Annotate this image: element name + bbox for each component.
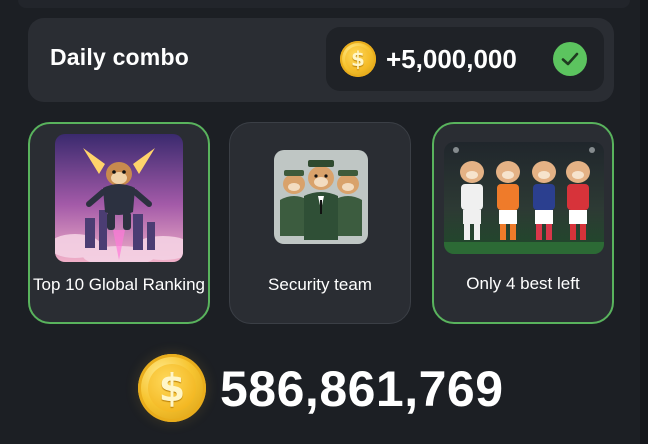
check-icon [553,42,587,76]
hamster-jetpack-image [55,134,183,262]
card-label: Only 4 best left [466,274,580,293]
screen-edge [640,0,648,444]
combo-card-security-team[interactable]: Security team [229,122,411,324]
coin-symbol: $ [351,47,365,71]
top-panel-edge [0,0,648,14]
combo-reward-amount: +5,000,000 [386,44,517,74]
combo-card-only-4-best-left[interactable]: Only 4 best left [432,122,614,324]
daily-combo-bar: Daily combo $ +5,000,000 [28,18,614,102]
combo-reward-pill[interactable]: $ +5,000,000 [326,27,604,91]
combo-card-top-10-global-ranking[interactable]: Top 10 Global Ranking [28,122,210,324]
card-label: Top 10 Global Ranking [32,275,205,294]
coin-symbol: $ [158,366,186,410]
daily-combo-title: Daily combo [50,44,189,70]
card-label: Security team [268,275,372,294]
hamster-football-team-image [444,142,604,254]
dollar-coin-icon: $ [340,41,376,77]
hamster-security-team-image [274,150,368,244]
dollar-coin-icon: $ [138,354,206,422]
balance-value: 586,861,769 [220,361,504,417]
